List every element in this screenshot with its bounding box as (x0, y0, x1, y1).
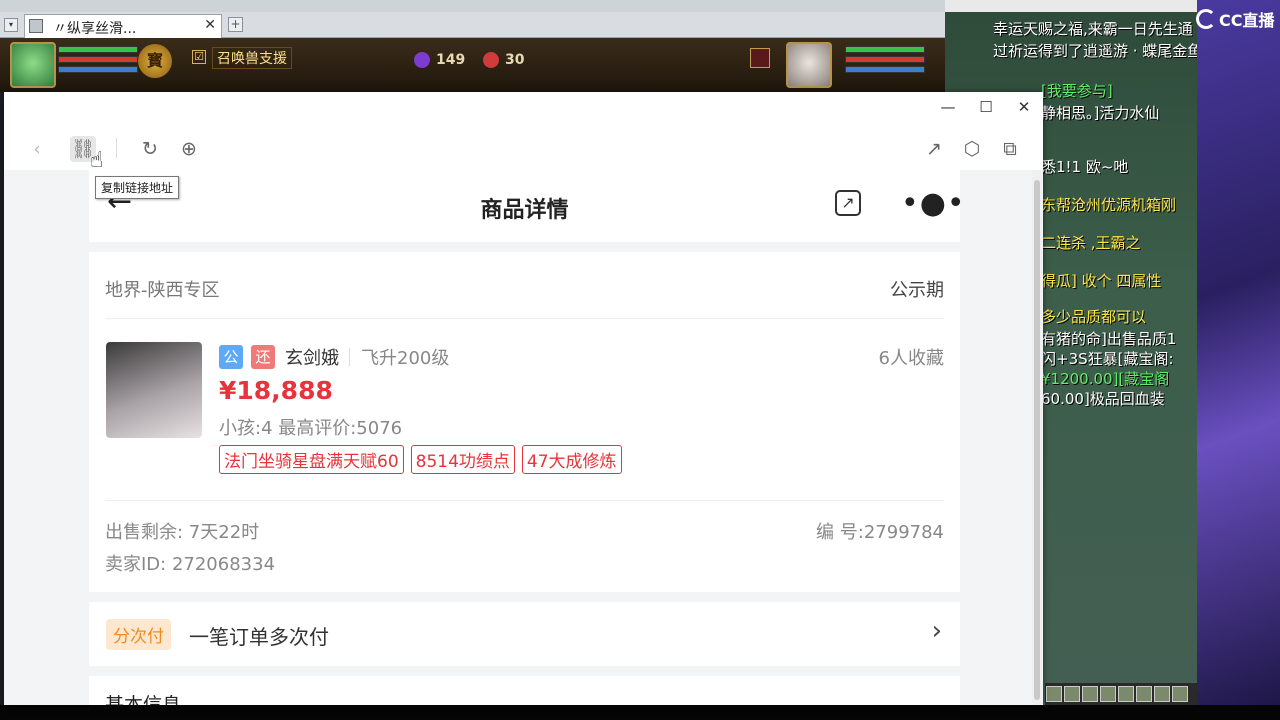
public-badge: 公 (219, 345, 243, 369)
cc-logo-icon (1196, 9, 1216, 29)
chat-line: 二连杀 ,王霸之 (1041, 234, 1141, 252)
seller-id: 卖家ID: 272068334 (105, 554, 276, 575)
chat-line: 幸运天赐之福,来霸一日先生通 (993, 20, 1193, 38)
player-bars (58, 46, 138, 76)
character-avatar[interactable] (106, 342, 202, 438)
target-portrait[interactable] (786, 42, 832, 88)
chat-line: ¥1200.00][藏宝阁 (1041, 370, 1170, 388)
chat-tool-icon[interactable] (1136, 686, 1152, 702)
hand-cursor-icon: ☝ (90, 148, 104, 173)
game-tab-title: 〃纵享丝滑... (53, 21, 137, 37)
feature-tag: 47大成修炼 (521, 445, 622, 474)
globe-icon[interactable]: ⊕ (176, 136, 202, 162)
copy-link-tooltip: 复制链接地址 (95, 176, 180, 199)
kids-rating: 小孩:4 最高评价:5076 (219, 418, 403, 439)
share-icon[interactable]: ↗ (921, 136, 947, 162)
chat-line: 得瓜] 收个 四属性 (1041, 272, 1162, 290)
minimize-button[interactable]: — (938, 98, 958, 116)
installment-text: 一笔订单多次付 (189, 625, 329, 649)
chat-top-strip (945, 0, 1197, 12)
scroll-thumb[interactable] (1034, 180, 1040, 700)
red-stat-value: 30 (505, 52, 525, 68)
feature-tags: 法门坐骑星盘满天赋60 8514功绩点 47大成修炼 (219, 445, 622, 474)
tab-close-icon[interactable]: ✕ (204, 17, 216, 33)
chat-line: 过祈运得到了逍遥游 · 蝶尾金鱼 (993, 42, 1197, 60)
character-level: 飞升200级 (361, 348, 450, 369)
name-divider (349, 348, 350, 366)
back-icon[interactable]: ‹ (24, 136, 50, 162)
bottom-band (0, 705, 1280, 720)
price: ¥18,888 (219, 376, 333, 405)
summon-checkbox[interactable]: ☑ (192, 50, 206, 64)
favorite-count: 6人收藏 (878, 348, 944, 369)
chat-tool-icon[interactable] (1100, 686, 1116, 702)
open-external-icon[interactable]: ⧉ (997, 136, 1023, 162)
reload-icon[interactable]: ↻ (137, 136, 163, 162)
chat-tool-icon[interactable] (1154, 686, 1170, 702)
purple-stat-value: 149 (436, 52, 466, 68)
serial-number: 编 号:2799784 (816, 522, 944, 543)
game-tab[interactable]: 〃纵享丝滑... ✕ (24, 14, 222, 38)
basic-info-title: 基本信息 (105, 694, 182, 705)
app-header: ← 商品详情 ↗ •●• (89, 170, 965, 242)
more-options-icon[interactable]: •●• (901, 186, 966, 221)
divider (105, 318, 944, 319)
page-title: 商品详情 (480, 198, 569, 223)
summon-support-label: 召唤兽支援 (212, 47, 292, 69)
chat-line: 静相思。]活力水仙 (1041, 104, 1160, 122)
treasure-icon[interactable]: 寳 (138, 44, 172, 78)
chat-toolbar (1045, 683, 1197, 705)
player-portrait[interactable] (10, 42, 56, 88)
chat-tool-icon[interactable] (1046, 686, 1062, 702)
maximize-button[interactable]: ☐ (976, 98, 996, 116)
game-client: ▾ 〃纵享丝滑... ✕ + 寳 ☑ 召唤兽支援 149 30 (0, 0, 945, 92)
feature-tag: 8514功绩点 (410, 445, 515, 474)
chat-tool-icon[interactable] (1118, 686, 1134, 702)
game-hud: 寳 ☑ 召唤兽支援 149 30 (0, 38, 945, 92)
stream-logo: CC直播 (1196, 8, 1275, 30)
scrollbar[interactable] (1032, 170, 1042, 705)
chat-line: [我要参与] (1041, 82, 1113, 100)
chat-tool-icon[interactable] (1082, 686, 1098, 702)
chat-line: 闪+3S狂暴[藏宝阁: (1041, 350, 1174, 368)
new-tab-button[interactable]: + (228, 17, 243, 32)
chat-tool-icon[interactable] (1064, 686, 1080, 702)
chat-line: 悉1!1 欧~吔 (1041, 158, 1129, 176)
page-share-icon[interactable]: ↗ (835, 190, 861, 216)
basic-info-row[interactable]: 基本信息 (89, 676, 960, 705)
purple-stat-icon (414, 52, 430, 68)
hud-close-icon[interactable] (750, 48, 770, 68)
chat-line: 60.00]极品回血装 (1041, 390, 1165, 408)
page-content: ← 商品详情 ↗ •●• 地界-陕西专区 公示期 公 还 玄剑娥 飞升200级 … (4, 170, 1043, 705)
product-card: 地界-陕西专区 公示期 公 还 玄剑娥 飞升200级 6人收藏 ¥18,888 … (89, 252, 960, 592)
browser-window: — ☐ ✕ ‹ ⛓ ↻ ⊕ ↗ ⬡ ⧉ ← 商品详情 ↗ •●• 地界-陕西专区… (4, 92, 1043, 705)
chat-tool-icon[interactable] (1172, 686, 1188, 702)
character-name: 玄剑娥 (285, 348, 339, 369)
chat-line: 多少品质都可以 (1041, 308, 1147, 326)
close-window-button[interactable]: ✕ (1014, 98, 1034, 116)
server-region: 地界-陕西专区 (105, 280, 220, 301)
cc-logo-text: CC直播 (1219, 11, 1275, 30)
chat-line: 有猪的命]出售品质1 (1041, 330, 1177, 348)
tab-favicon-icon (29, 19, 43, 33)
cube-icon[interactable]: ⬡ (959, 136, 985, 162)
toolbar-divider (116, 138, 117, 158)
game-tabbar: ▾ 〃纵享丝滑... ✕ + (0, 12, 945, 38)
red-stat-icon (483, 52, 499, 68)
tab-menu-icon[interactable]: ▾ (4, 18, 18, 32)
installment-row[interactable]: 分次付 一笔订单多次付 › (89, 602, 960, 666)
chevron-right-icon: › (931, 616, 942, 646)
publicity-status: 公示期 (890, 280, 944, 301)
stream-side-art (1197, 0, 1280, 720)
sale-remaining: 出售剩余: 7天22时 (105, 522, 260, 543)
divider (105, 500, 944, 501)
target-bars (845, 46, 925, 76)
chat-line: 东帮沧州优源机箱刚 (1041, 196, 1177, 214)
installment-badge: 分次付 (106, 619, 171, 650)
return-badge: 还 (251, 345, 275, 369)
feature-tag: 法门坐骑星盘满天赋60 (219, 445, 404, 474)
